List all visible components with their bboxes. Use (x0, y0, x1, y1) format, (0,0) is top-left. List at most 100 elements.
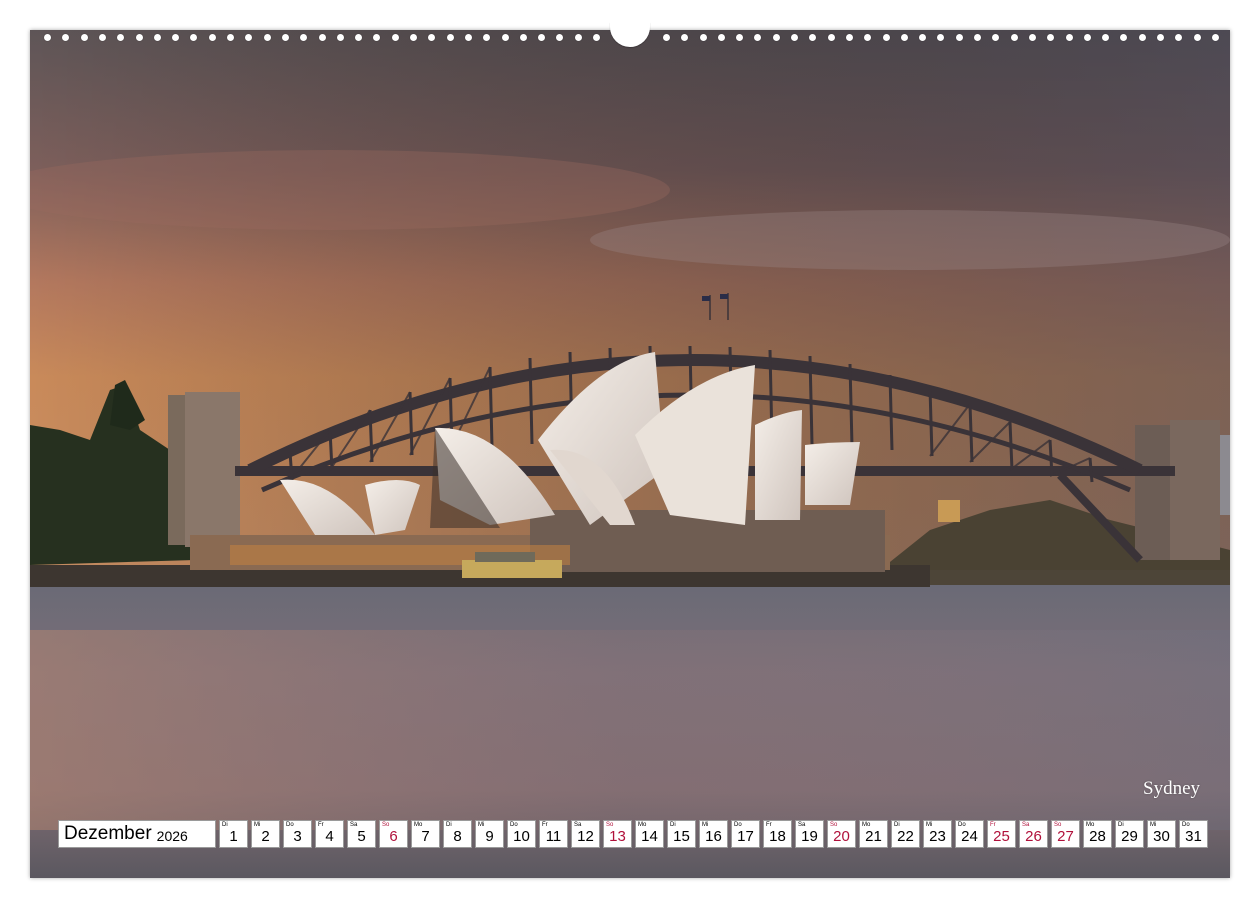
day-cell: Do 24 (955, 820, 984, 848)
day-number: 10 (513, 828, 530, 845)
day-cell: Di 15 (667, 820, 696, 848)
binding-hole (919, 34, 926, 41)
binding-hole (392, 34, 399, 41)
binding-hole (1066, 34, 1073, 41)
binding-hole (1102, 34, 1109, 41)
day-number: 25 (993, 828, 1010, 845)
binding-hole (1212, 34, 1219, 41)
day-number: 3 (293, 828, 302, 845)
day-number: 5 (357, 828, 366, 845)
binding-hole (62, 34, 69, 41)
day-number: 14 (641, 828, 658, 845)
day-cell: Di 8 (443, 820, 472, 848)
day-cell: Sa 5 (347, 820, 376, 848)
day-number: 30 (1153, 828, 1170, 845)
binding-hole (956, 34, 963, 41)
binding-hole (300, 34, 307, 41)
day-number: 17 (737, 828, 754, 845)
day-cell: Mo 14 (635, 820, 664, 848)
day-number: 4 (325, 828, 334, 845)
day-number: 26 (1025, 828, 1042, 845)
day-number: 23 (929, 828, 946, 845)
binding-hole (681, 34, 688, 41)
binding-hole (663, 34, 670, 41)
day-cell: Do 31 (1179, 820, 1208, 848)
binding-hole (447, 34, 454, 41)
binding-hole (937, 34, 944, 41)
day-number: 19 (801, 828, 818, 845)
day-number: 7 (421, 828, 430, 845)
binding-hole (319, 34, 326, 41)
binding-hole (81, 34, 88, 41)
day-number: 16 (705, 828, 722, 845)
day-cell: Do 10 (507, 820, 536, 848)
day-cell: Fr 4 (315, 820, 344, 848)
binding-hole (44, 34, 51, 41)
day-number: 24 (961, 828, 978, 845)
binding-hole (1175, 34, 1182, 41)
binding-hole (99, 34, 106, 41)
binding-hole (154, 34, 161, 41)
day-cell: Di 1 (219, 820, 248, 848)
day-number: 18 (769, 828, 786, 845)
day-cell: Mi 9 (475, 820, 504, 848)
day-cell: Do 17 (731, 820, 760, 848)
day-cell: Di 22 (891, 820, 920, 848)
day-cell: Mi 2 (251, 820, 280, 848)
day-number: 21 (865, 828, 882, 845)
binding-hole (465, 34, 472, 41)
binding-hole (864, 34, 871, 41)
binding-hole (575, 34, 582, 41)
day-number: 15 (673, 828, 690, 845)
binding-hole (538, 34, 545, 41)
binding-hole (754, 34, 761, 41)
binding-hole (1029, 34, 1036, 41)
binding-hole (117, 34, 124, 41)
day-cell: Fr 18 (763, 820, 792, 848)
binding-hole (1139, 34, 1146, 41)
binding-hole (428, 34, 435, 41)
calendar-page (30, 30, 1230, 878)
binding-hole (736, 34, 743, 41)
day-number: 11 (545, 828, 562, 845)
day-cell: Sa 12 (571, 820, 600, 848)
binding-hole (1047, 34, 1054, 41)
binding-hole (556, 34, 563, 41)
day-number: 8 (453, 828, 462, 845)
day-cell: So 27 (1051, 820, 1080, 848)
day-cell: Mi 30 (1147, 820, 1176, 848)
binding-hole (791, 34, 798, 41)
binding-hole (483, 34, 490, 41)
binding-hole (1120, 34, 1127, 41)
binding-hole (373, 34, 380, 41)
photo-caption: Sydney (1143, 778, 1200, 799)
sydney-harbour-photo (30, 30, 1230, 878)
day-number: 29 (1121, 828, 1138, 845)
binding-hole (337, 34, 344, 41)
day-cell: Sa 26 (1019, 820, 1048, 848)
binding-hole (355, 34, 362, 41)
binding-hole (190, 34, 197, 41)
day-cell: Mi 16 (699, 820, 728, 848)
day-number: 6 (389, 828, 398, 845)
binding-hole (901, 34, 908, 41)
day-number: 1 (229, 828, 238, 845)
day-cell: Mo 21 (859, 820, 888, 848)
day-cell: Do 3 (283, 820, 312, 848)
day-cell: So 13 (603, 820, 632, 848)
binding-hole (410, 34, 417, 41)
day-number: 9 (485, 828, 494, 845)
year-label: 2026 (156, 827, 188, 844)
day-cell: Sa 19 (795, 820, 824, 848)
month-name: Dezember (64, 823, 152, 844)
day-cell: So 6 (379, 820, 408, 848)
day-number: 22 (897, 828, 914, 845)
binding-hole (974, 34, 981, 41)
day-number: 31 (1185, 828, 1202, 845)
day-number: 28 (1089, 828, 1106, 845)
binding-hole (282, 34, 289, 41)
binding-hole (883, 34, 890, 41)
month-header: Dezember 2026 (58, 820, 216, 848)
binding-hole (593, 34, 600, 41)
binding-hole (245, 34, 252, 41)
